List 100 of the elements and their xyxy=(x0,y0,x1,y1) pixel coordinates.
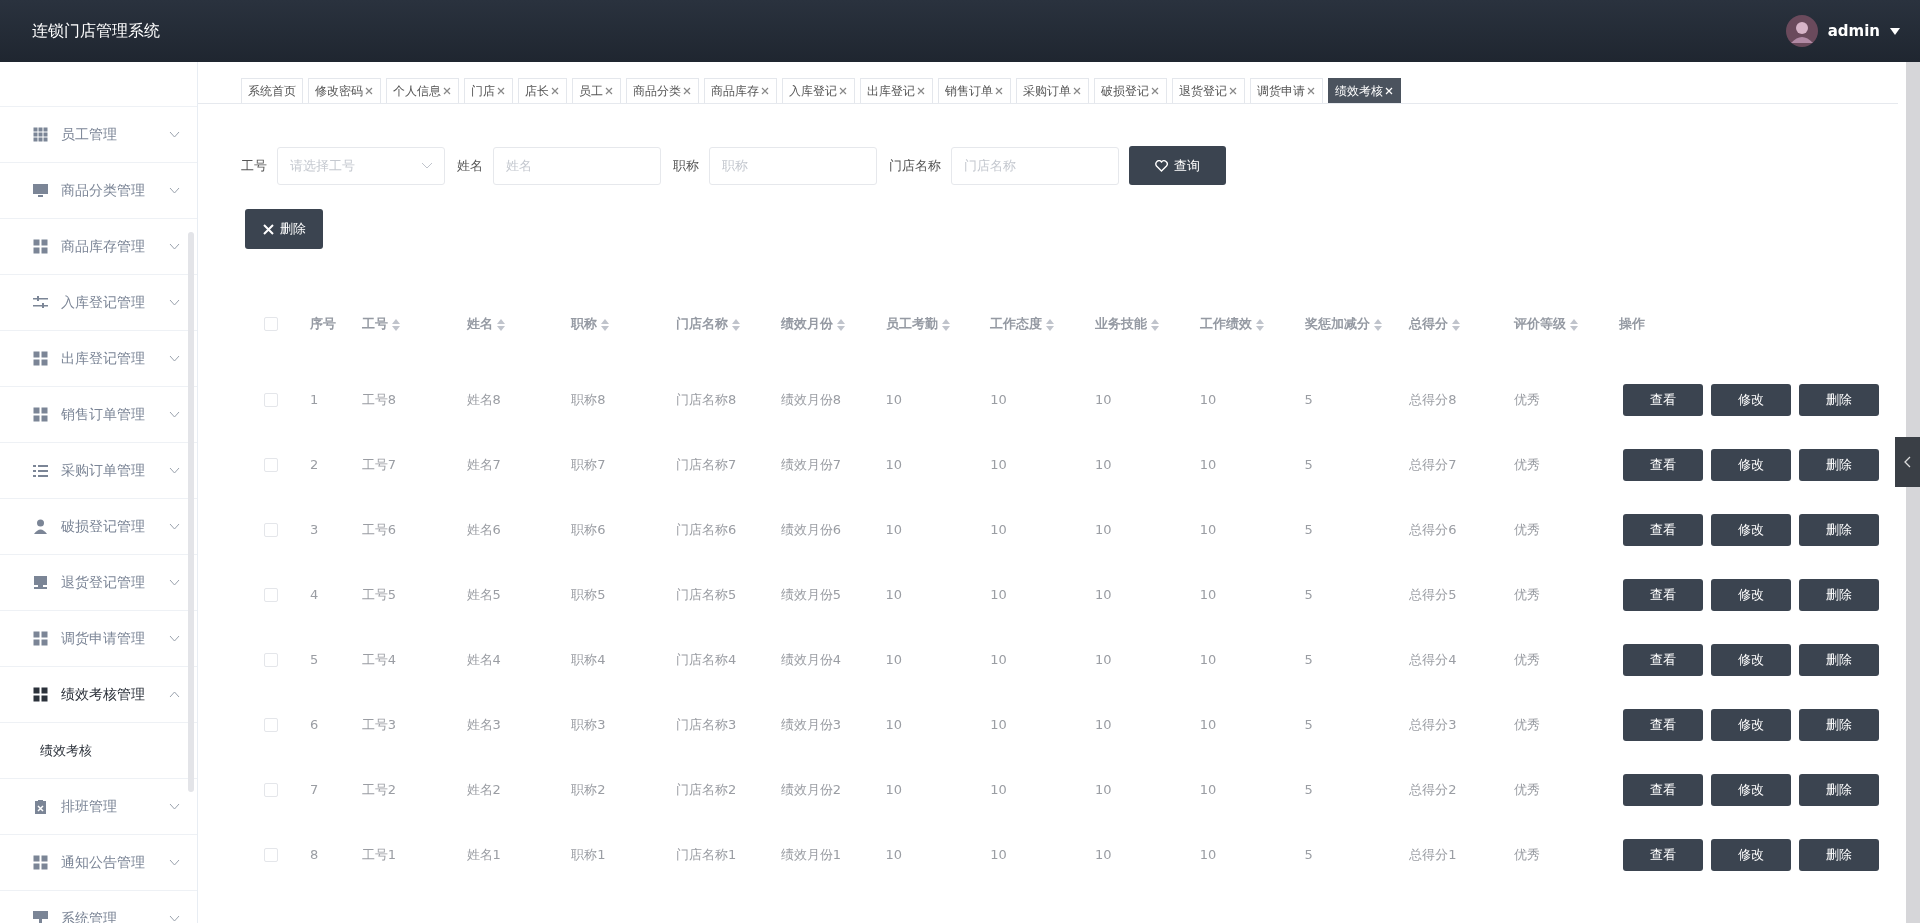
tab[interactable]: 退货登记 xyxy=(1172,78,1245,103)
checkbox[interactable] xyxy=(264,847,278,862)
table-cell: 门店名称7 xyxy=(676,456,737,472)
close-icon[interactable] xyxy=(604,86,614,96)
menu-item[interactable]: 通知公告管理 xyxy=(0,835,197,891)
checkbox[interactable] xyxy=(264,317,278,331)
column-header: 序号 xyxy=(309,316,336,331)
tab[interactable]: 商品库存 xyxy=(704,78,777,103)
tab[interactable]: 商品分类 xyxy=(626,78,699,103)
view-button[interactable]: 查看 xyxy=(1622,708,1703,741)
delete-button[interactable]: 删除 xyxy=(1798,513,1879,546)
sort-icon[interactable] xyxy=(1570,318,1578,331)
table-cell: 门店名称6 xyxy=(676,521,737,537)
close-icon[interactable] xyxy=(682,86,692,96)
checkbox[interactable] xyxy=(264,782,278,797)
view-button[interactable]: 查看 xyxy=(1622,773,1703,806)
close-icon[interactable] xyxy=(760,86,770,96)
close-icon[interactable] xyxy=(916,86,926,96)
person-icon xyxy=(33,519,48,534)
table-cell: 4 xyxy=(309,587,319,602)
tab[interactable]: 调货申请 xyxy=(1250,78,1323,103)
close-icon[interactable] xyxy=(838,86,848,96)
heart-icon xyxy=(1155,159,1168,172)
delete-button[interactable]: 删除 xyxy=(1798,708,1879,741)
tab[interactable]: 绩效考核 xyxy=(1328,78,1401,103)
sort-icon[interactable] xyxy=(1373,318,1382,331)
view-button[interactable]: 查看 xyxy=(1622,578,1703,611)
tab[interactable]: 出库登记 xyxy=(860,78,933,103)
sort-icon[interactable] xyxy=(391,318,400,331)
table-cell: 总得分1 xyxy=(1409,846,1457,862)
close-icon[interactable] xyxy=(364,86,374,96)
edit-button[interactable]: 修改 xyxy=(1710,643,1791,676)
checkbox[interactable] xyxy=(264,392,278,407)
tab[interactable]: 门店 xyxy=(464,78,513,103)
view-button[interactable]: 查看 xyxy=(1622,643,1703,676)
sort-icon[interactable] xyxy=(941,318,950,331)
sort-icon[interactable] xyxy=(496,318,505,331)
sort-icon[interactable] xyxy=(1255,318,1264,331)
edit-button[interactable]: 修改 xyxy=(1710,513,1791,546)
close-icon[interactable] xyxy=(1306,86,1316,96)
checkbox[interactable] xyxy=(264,522,278,537)
sort-icon[interactable] xyxy=(1151,318,1159,331)
tab[interactable]: 店长 xyxy=(518,78,567,103)
view-button[interactable]: 查看 xyxy=(1622,448,1703,481)
delete-button[interactable]: 删除 xyxy=(1798,383,1879,416)
checkbox[interactable] xyxy=(264,457,278,472)
close-icon[interactable] xyxy=(442,86,452,96)
table-cell: 优秀 xyxy=(1514,846,1540,862)
tab[interactable]: 破损登记 xyxy=(1094,78,1167,103)
view-button[interactable]: 查看 xyxy=(1622,838,1703,871)
search-button[interactable]: 查询 xyxy=(1129,146,1226,185)
edit-button[interactable]: 修改 xyxy=(1710,773,1791,806)
tab[interactable]: 入库登记 xyxy=(782,78,855,103)
sort-icon[interactable] xyxy=(732,318,740,331)
table-cell: 10 xyxy=(1199,847,1217,862)
edit-button[interactable]: 修改 xyxy=(1710,708,1791,741)
close-icon xyxy=(262,223,274,235)
tab[interactable]: 员工 xyxy=(572,78,621,103)
table-cell: 优秀 xyxy=(1514,456,1540,472)
scrollbar[interactable] xyxy=(1906,62,1920,923)
checkbox[interactable] xyxy=(264,717,278,732)
edit-button[interactable]: 修改 xyxy=(1710,448,1791,481)
table-cell: 姓名4 xyxy=(466,651,501,667)
sort-icon[interactable] xyxy=(836,318,845,331)
tab[interactable]: 采购订单 xyxy=(1016,78,1089,103)
view-button[interactable]: 查看 xyxy=(1622,513,1703,546)
close-icon[interactable] xyxy=(550,86,560,96)
close-icon[interactable] xyxy=(994,86,1004,96)
edit-button[interactable]: 修改 xyxy=(1710,578,1791,611)
close-icon[interactable] xyxy=(496,86,506,96)
edit-button[interactable]: 修改 xyxy=(1710,838,1791,871)
table-cell: 职称5 xyxy=(571,586,606,602)
caret-icon[interactable] xyxy=(1890,27,1900,35)
delete-button[interactable]: 删除 xyxy=(1798,643,1879,676)
delete-button[interactable]: 删除 xyxy=(1798,448,1879,481)
user-name[interactable]: admin xyxy=(1827,22,1880,40)
close-icon[interactable] xyxy=(1228,86,1238,96)
tab[interactable]: 个人信息 xyxy=(386,78,459,103)
close-icon[interactable] xyxy=(1072,86,1082,96)
sort-icon[interactable] xyxy=(1046,318,1055,331)
delete-button[interactable]: 删除 xyxy=(245,209,323,249)
menu-item[interactable]: 员工管理 xyxy=(0,107,197,163)
avatar-icon[interactable] xyxy=(1785,15,1818,47)
collapse-button[interactable] xyxy=(1895,437,1920,487)
tab[interactable]: 销售订单 xyxy=(938,78,1011,103)
edit-button[interactable]: 修改 xyxy=(1710,383,1791,416)
view-button[interactable]: 查看 xyxy=(1622,383,1703,416)
delete-button[interactable]: 删除 xyxy=(1798,838,1879,871)
sort-icon[interactable] xyxy=(601,318,610,331)
checkbox[interactable] xyxy=(264,652,278,667)
table-cell: 10 xyxy=(1199,522,1217,537)
checkbox[interactable] xyxy=(264,587,278,602)
tab[interactable]: 系统首页 xyxy=(241,78,303,103)
sort-icon[interactable] xyxy=(1452,318,1461,331)
close-icon[interactable] xyxy=(1150,86,1160,96)
input-field[interactable]: 职称 xyxy=(709,146,877,185)
delete-button[interactable]: 删除 xyxy=(1798,773,1879,806)
tab[interactable]: 修改密码 xyxy=(308,78,381,103)
delete-button[interactable]: 删除 xyxy=(1798,578,1879,611)
menu-item[interactable]: 商品分类管理 xyxy=(0,163,197,219)
